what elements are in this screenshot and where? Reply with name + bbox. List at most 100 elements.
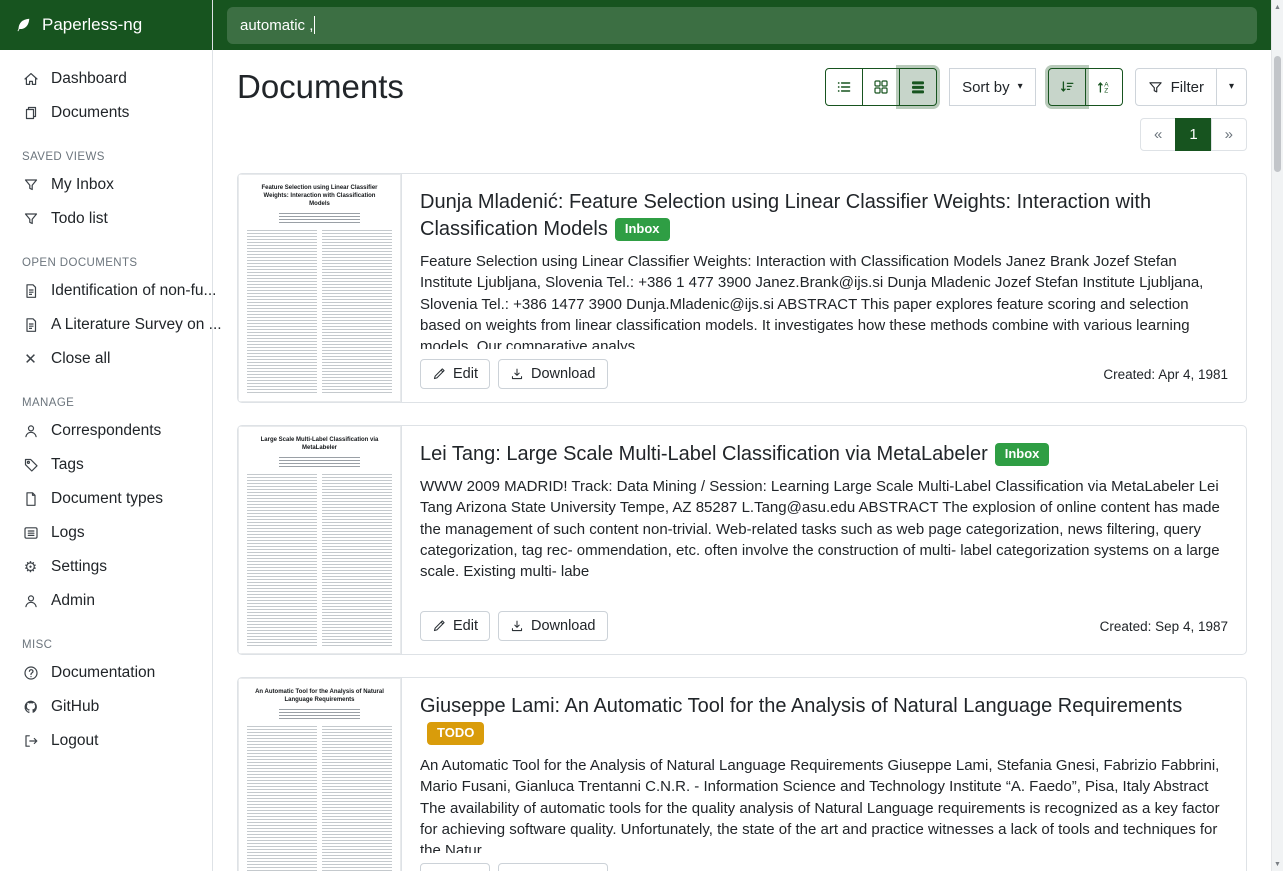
document-excerpt: Feature Selection using Linear Classifie… — [420, 251, 1228, 349]
gear-icon: ⚙ — [22, 559, 39, 576]
tag-badge[interactable]: Inbox — [615, 218, 670, 241]
view-mode-grid-button[interactable] — [862, 68, 900, 106]
document-card: Large Scale Multi-Label Classification v… — [237, 425, 1247, 655]
sidebar-item-label: Close all — [51, 350, 110, 368]
sidebar-item-todo-list[interactable]: Todo list — [0, 202, 212, 236]
view-mode-details-button[interactable] — [899, 68, 937, 106]
tag-badge[interactable]: Inbox — [995, 443, 1050, 466]
document-title-link[interactable]: Dunja Mladenić: Feature Selection using … — [420, 189, 1228, 243]
sidebar-item-close-all[interactable]: ✕ Close all — [0, 342, 212, 376]
tag-icon — [22, 457, 39, 474]
edit-button[interactable]: Edit — [420, 611, 490, 641]
download-button[interactable]: Download — [498, 359, 608, 389]
sidebar-item-dashboard[interactable]: Dashboard — [0, 62, 212, 96]
sidebar-item-settings[interactable]: ⚙ Settings — [0, 550, 212, 584]
pagination-next-button[interactable]: » — [1211, 118, 1247, 151]
thumbnail-authors-lines — [279, 213, 360, 223]
leaf-logo-icon — [15, 17, 32, 34]
list-icon — [22, 525, 39, 542]
scroll-up-icon[interactable]: ▲ — [1272, 0, 1283, 14]
thumbnail-authors-lines — [279, 709, 360, 719]
sidebar-item-tags[interactable]: Tags — [0, 448, 212, 482]
filter-dropdown-toggle[interactable]: ▾ — [1216, 68, 1247, 106]
sidebar-item-documentation[interactable]: Documentation — [0, 656, 212, 690]
document-thumbnail[interactable]: An Automatic Tool for the Analysis of Na… — [238, 678, 402, 871]
view-mode-group — [825, 68, 937, 106]
document-excerpt: WWW 2009 MADRID! Track: Data Mining / Se… — [420, 476, 1228, 582]
file-text-icon — [22, 283, 39, 300]
funnel-icon — [22, 211, 39, 228]
tag-badge[interactable]: TODO — [427, 722, 484, 745]
sidebar-item-label: GitHub — [51, 698, 99, 716]
download-button[interactable]: Download — [498, 611, 608, 641]
document-thumbnail[interactable]: Large Scale Multi-Label Classification v… — [238, 426, 402, 654]
question-circle-icon — [22, 665, 39, 682]
sidebar-item-label: Document types — [51, 490, 163, 508]
sidebar-item-logs[interactable]: Logs — [0, 516, 212, 550]
document-thumbnail[interactable]: Feature Selection using Linear Classifie… — [238, 174, 402, 402]
sort-by-dropdown[interactable]: Sort by ▾ — [949, 68, 1036, 106]
sidebar-item-my-inbox[interactable]: My Inbox — [0, 168, 212, 202]
pagination: « 1 » — [237, 118, 1247, 151]
files-icon — [22, 105, 39, 122]
search-input[interactable]: automatic , — [227, 7, 1257, 44]
document-title-link[interactable]: Lei Tang: Large Scale Multi-Label Classi… — [420, 441, 1228, 468]
view-mode-table-button[interactable] — [825, 68, 863, 106]
sidebar-item-label: Todo list — [51, 210, 108, 228]
admin-person-icon — [22, 593, 39, 610]
sort-descending-button[interactable] — [1048, 68, 1086, 106]
edit-button[interactable]: Edit — [420, 863, 490, 871]
thumbnail-caption: An Automatic Tool for the Analysis of Na… — [253, 688, 386, 704]
thumbnail-authors-lines — [279, 457, 360, 467]
document-card-body: Lei Tang: Large Scale Multi-Label Classi… — [402, 426, 1246, 654]
pagination-prev-button[interactable]: « — [1140, 118, 1176, 151]
pencil-icon — [432, 619, 446, 633]
sidebar-item-correspondents[interactable]: Correspondents — [0, 414, 212, 448]
document-actions: Edit Download — [420, 611, 608, 641]
edit-button[interactable]: Edit — [420, 359, 490, 389]
download-icon — [510, 367, 524, 381]
grid-view-icon — [873, 79, 889, 95]
sort-down-icon — [1059, 79, 1075, 95]
sidebar-item-label: Tags — [51, 456, 84, 474]
brand[interactable]: Paperless-ng — [0, 0, 212, 50]
page-title: Documents — [237, 68, 404, 106]
document-actions: Edit Download — [420, 863, 608, 871]
sort-alpha-up-button[interactable]: AZ — [1085, 68, 1123, 106]
download-button[interactable]: Download — [498, 863, 608, 871]
topbar: automatic , — [213, 0, 1271, 50]
thumbnail-caption: Feature Selection using Linear Classifie… — [253, 184, 386, 208]
document-card-body: Dunja Mladenić: Feature Selection using … — [402, 174, 1246, 402]
scrollbar-thumb[interactable] — [1274, 56, 1281, 172]
thumbnail-text-lines — [247, 726, 392, 871]
document-card: An Automatic Tool for the Analysis of Na… — [237, 677, 1247, 871]
sidebar-item-open-doc-1[interactable]: Identification of non-fu... — [0, 274, 212, 308]
document-title-link[interactable]: Giuseppe Lami: An Automatic Tool for the… — [420, 693, 1228, 747]
created-date: Created: Apr 4, 1981 — [1103, 367, 1228, 382]
pagination-page-1-button[interactable]: 1 — [1175, 118, 1211, 151]
scroll-down-icon[interactable]: ▼ — [1272, 857, 1283, 871]
pencil-icon — [432, 367, 446, 381]
file-text-icon — [22, 317, 39, 334]
sidebar-item-admin[interactable]: Admin — [0, 584, 212, 618]
filter-button[interactable]: Filter — [1135, 68, 1217, 106]
sidebar-item-label: Logout — [51, 732, 98, 750]
sidebar-item-logout[interactable]: Logout — [0, 724, 212, 758]
vertical-scrollbar[interactable]: ▲ ▼ — [1271, 0, 1283, 871]
chevron-down-icon: ▾ — [1229, 82, 1234, 92]
filter-label: Filter — [1171, 79, 1204, 96]
logout-icon — [22, 733, 39, 750]
sidebar-item-open-doc-2[interactable]: A Literature Survey on ... — [0, 308, 212, 342]
sort-alpha-up-icon: AZ — [1096, 79, 1112, 95]
list-view-icon — [836, 79, 852, 95]
document-actions: Edit Download — [420, 359, 608, 389]
sidebar-item-github[interactable]: GitHub — [0, 690, 212, 724]
document-excerpt: An Automatic Tool for the Analysis of Na… — [420, 755, 1228, 853]
sidebar-item-documents[interactable]: Documents — [0, 96, 212, 130]
sidebar-section-saved-views: SAVED VIEWS — [0, 130, 212, 168]
sidebar-item-document-types[interactable]: Document types — [0, 482, 212, 516]
sidebar-item-label: A Literature Survey on ... — [51, 316, 222, 334]
sidebar-item-label: Logs — [51, 524, 85, 542]
sidebar-section-misc: MISC — [0, 618, 212, 656]
sidebar-section-manage: MANAGE — [0, 376, 212, 414]
